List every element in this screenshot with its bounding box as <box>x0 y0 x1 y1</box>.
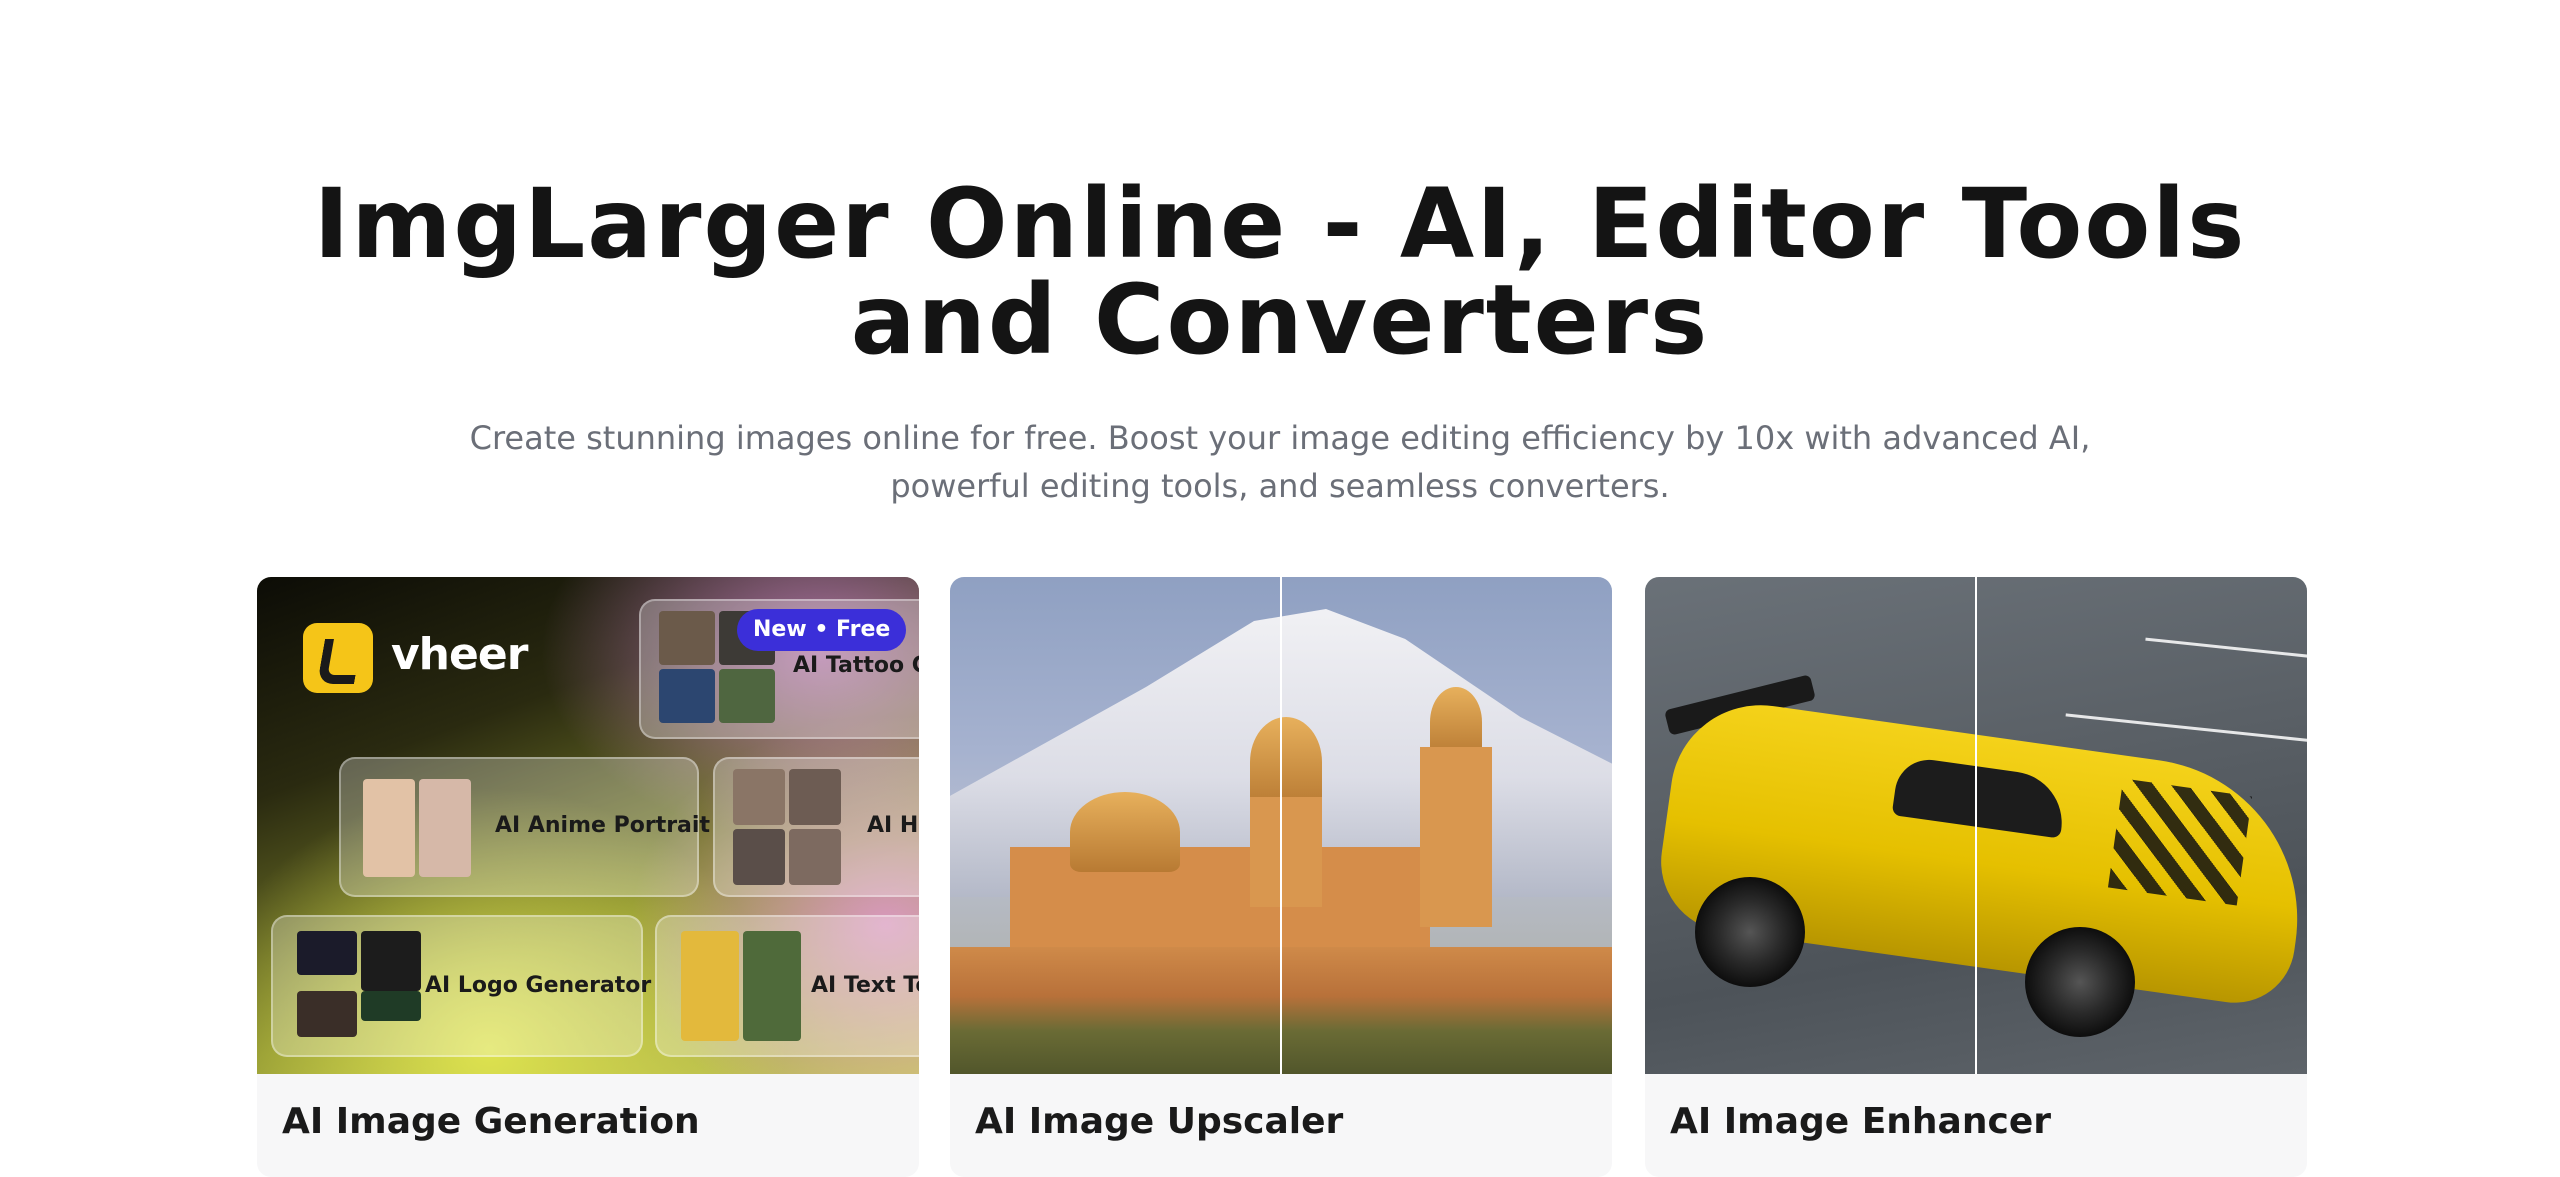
page-title-line-1: ImgLarger Online - AI, Editor Tools <box>313 168 2247 280</box>
tool-card-ai-image-generation[interactable]: vheer AI Tattoo Ge New • Free AI Anime P… <box>257 577 919 1177</box>
dome-shape <box>1070 792 1180 872</box>
tile-ai-text-to-image: AI Text To I <box>655 915 919 1057</box>
vheer-logo-icon <box>303 623 373 693</box>
wheel-shape <box>2025 927 2135 1037</box>
comparison-divider[interactable] <box>1280 577 1282 1074</box>
page-subtitle-line-2: powerful editing tools, and seamless con… <box>890 467 1670 505</box>
ai-image-generation-thumbnail: vheer AI Tattoo Ge New • Free AI Anime P… <box>257 577 919 1074</box>
tile-label: AI He <box>867 813 919 838</box>
page-subtitle: Create stunning images online for free. … <box>0 414 2560 510</box>
card-title: AI Image Generation <box>282 1101 700 1142</box>
page-title-line-2: and Converters <box>850 264 1710 376</box>
ai-image-upscaler-thumbnail <box>950 577 1612 1074</box>
tile-label: AI Text To I <box>811 973 919 998</box>
dome-shape <box>1250 717 1322 807</box>
tile-label: AI Logo Generator <box>425 973 652 998</box>
ai-image-enhancer-thumbnail <box>1645 577 2307 1074</box>
checker-pattern <box>2107 778 2253 906</box>
tower-shape <box>1420 747 1492 927</box>
page-title: ImgLarger Online - AI, Editor Tools and … <box>0 176 2560 368</box>
tool-card-ai-image-enhancer[interactable]: AI Image Enhancer <box>1645 577 2307 1177</box>
comparison-divider[interactable] <box>1975 577 1977 1074</box>
tile-label: AI Tattoo Ge <box>793 653 919 678</box>
card-title: AI Image Upscaler <box>975 1101 1344 1142</box>
tile-ai-logo-generator: AI Logo Generator <box>271 915 651 1057</box>
wheel-shape <box>1695 877 1805 987</box>
tool-card-ai-image-upscaler[interactable]: AI Image Upscaler <box>950 577 1612 1177</box>
new-free-badge: New • Free <box>737 609 907 651</box>
card-title: AI Image Enhancer <box>1670 1101 2051 1142</box>
tile-ai-anime-portrait: AI Anime Portrait <box>339 757 710 897</box>
page-subtitle-line-1: Create stunning images online for free. … <box>469 419 2091 457</box>
tile-label: AI Anime Portrait <box>495 813 710 838</box>
tile-ai-headshot: AI He <box>713 757 919 897</box>
tower-shape <box>1250 797 1322 907</box>
vheer-wordmark: vheer <box>391 629 528 680</box>
